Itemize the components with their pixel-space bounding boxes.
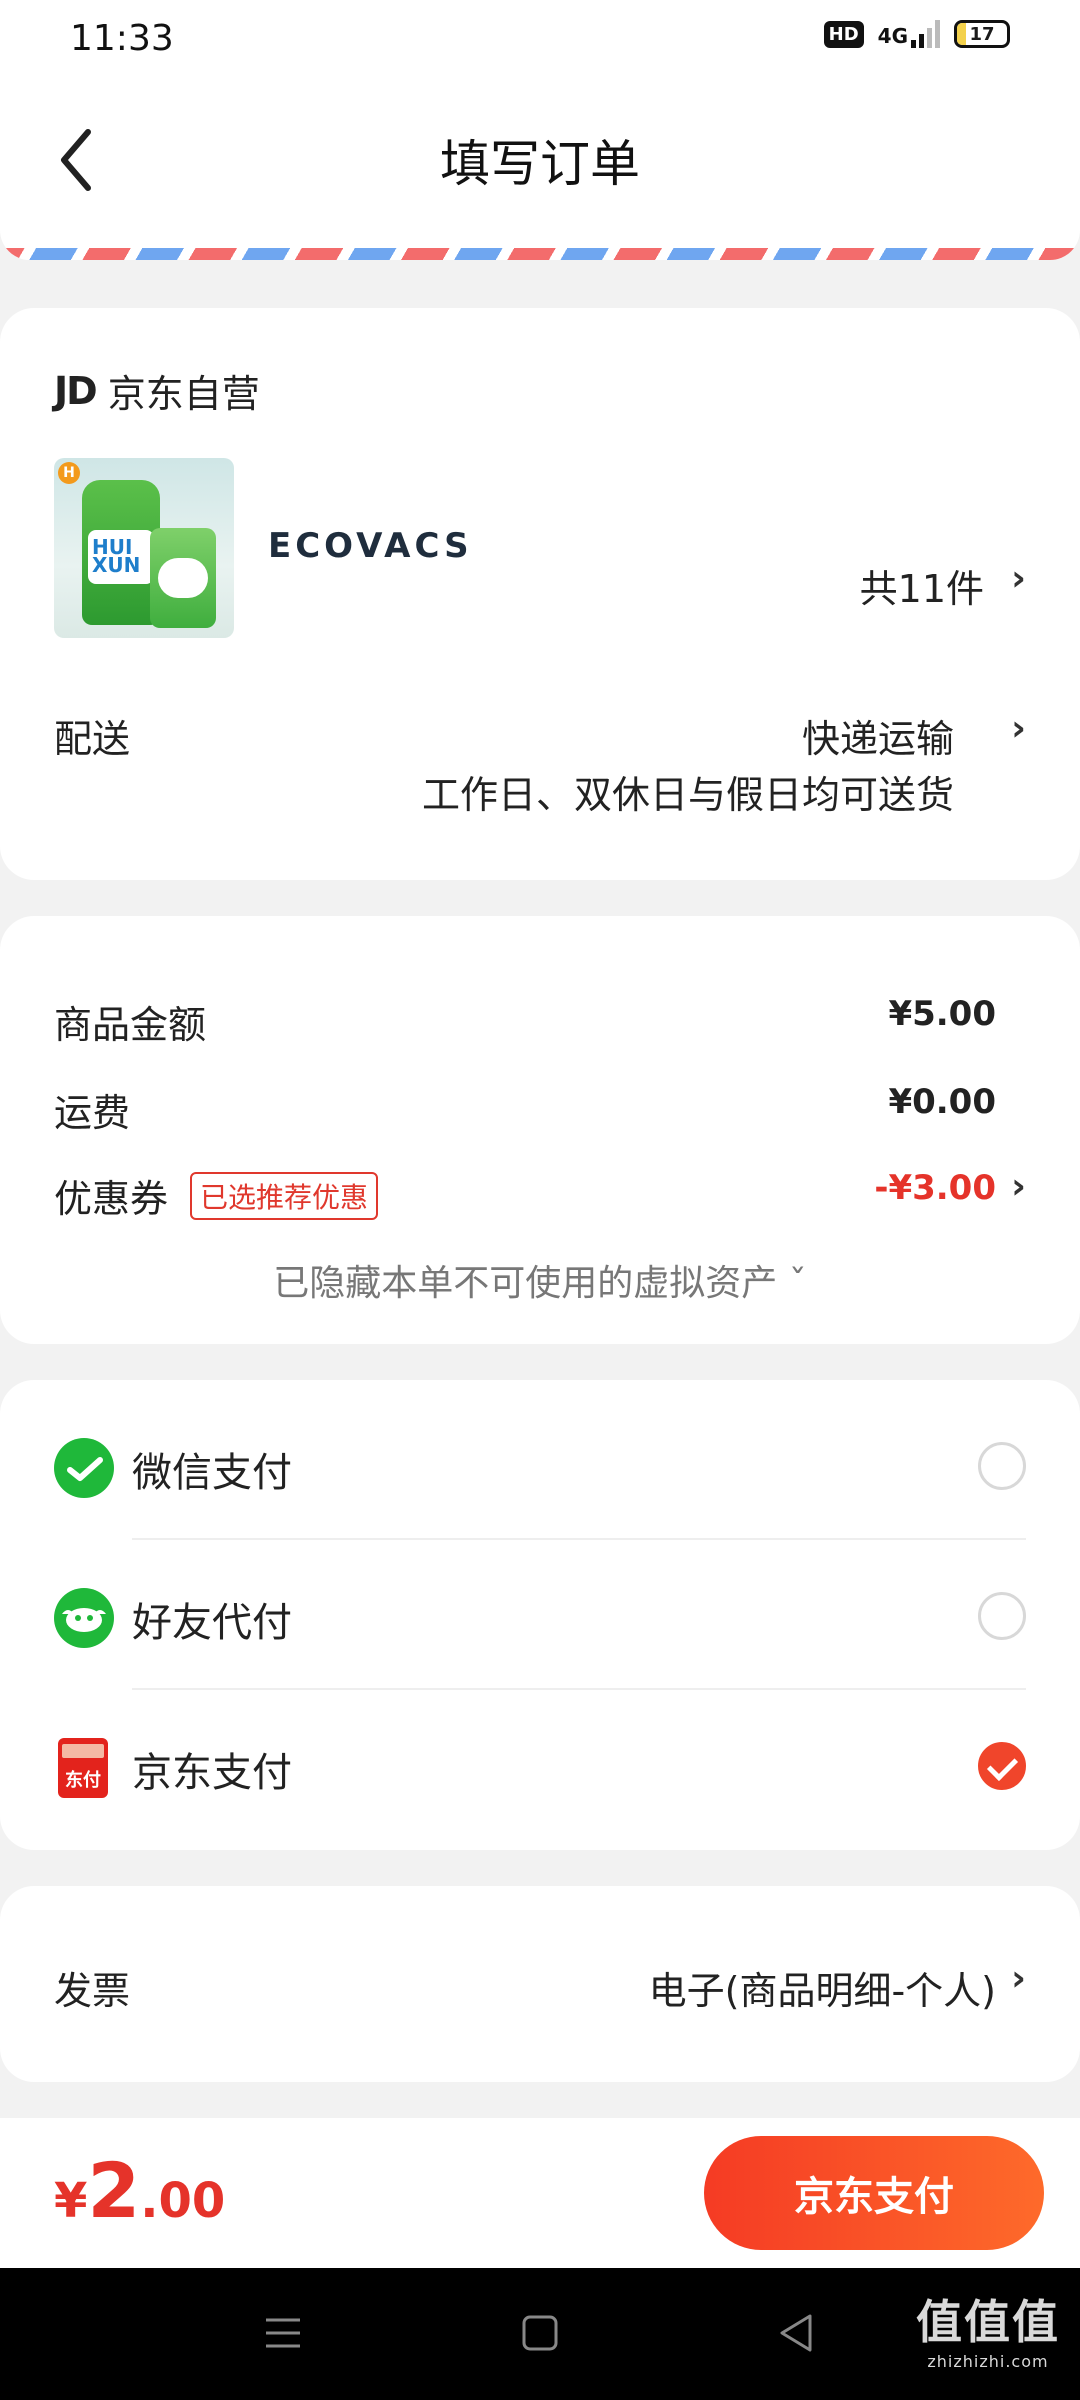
radio-unchecked-icon[interactable] (978, 1592, 1026, 1640)
checkout-bar: ¥ 2 .00 京东支付 (0, 2118, 1080, 2268)
payment-option-friend[interactable]: 好友代付 (0, 1538, 1080, 1688)
airmail-border (0, 248, 1080, 260)
invoice-value[interactable]: 电子(商品明细-个人) (649, 1960, 996, 2015)
pricing-card: 商品金额 ¥5.00 运费 ¥0.00 优惠券 已选推荐优惠 -¥3.00 › … (0, 916, 1080, 1344)
page-title: 填写订单 (440, 135, 640, 193)
payment-card: 微信支付 好友代付 东付 京东支付 (0, 1380, 1080, 1850)
delivery-note: 工作日、双休日与假日均可送货 (421, 773, 954, 817)
hd-icon: HD (823, 20, 864, 48)
signal-bars-icon (911, 20, 940, 48)
site-watermark: 值值值 zhizhizhi.com (916, 2286, 1060, 2371)
menu-icon[interactable] (258, 2308, 308, 2358)
ecovacs-product-logo[interactable]: ECOVACS (268, 526, 473, 566)
invoice-card[interactable]: 发票 电子(商品明细-个人) › (0, 1886, 1080, 2082)
total-currency: ¥ (54, 2173, 88, 2229)
signal-icon: 4G (878, 20, 940, 48)
payment-name: 微信支付 (132, 1450, 292, 1496)
chevron-right-icon: › (1011, 1958, 1026, 1999)
nav-bar: 填写订单 (0, 80, 1080, 260)
delivery-method[interactable]: 快递运输 (802, 708, 954, 763)
battery-fill (957, 23, 966, 45)
detergent-pouch (150, 528, 216, 628)
shop-name: 京东自营 (107, 372, 260, 416)
coupon-value[interactable]: -¥3.00 (874, 1168, 996, 1208)
friend-pay-icon (54, 1588, 114, 1648)
pay-button[interactable]: 京东支付 (704, 2136, 1044, 2250)
watermark-title: 值值值 (916, 2295, 1060, 2349)
jd-pay-icon: 东付 (58, 1738, 108, 1798)
goods-amount-value: ¥5.00 (888, 994, 996, 1034)
item-count[interactable]: 共11件 (860, 558, 984, 613)
battery-level: 17 (969, 23, 995, 45)
hidden-assets-toggle[interactable]: 已隐藏本单不可使用的虚拟资产 ˇ (0, 1254, 1080, 1306)
shipping-label: 运费 (54, 1091, 131, 1135)
watermark-domain: zhizhizhi.com (927, 2352, 1049, 2371)
total-integer: 2 (87, 2146, 141, 2235)
payment-name: 好友代付 (132, 1600, 292, 1646)
status-time: 11:33 (70, 18, 174, 59)
network-type: 4G (877, 24, 908, 48)
wechat-pay-icon (54, 1438, 114, 1498)
payment-option-jd[interactable]: 东付 京东支付 (0, 1688, 1080, 1838)
chevron-right-icon: › (1011, 558, 1026, 599)
home-icon[interactable] (515, 2308, 565, 2358)
invoice-label: 发票 (54, 1969, 131, 2013)
goods-amount-label: 商品金额 (54, 1003, 207, 1047)
radio-unchecked-icon[interactable] (978, 1442, 1026, 1490)
payment-option-wechat[interactable]: 微信支付 (0, 1388, 1080, 1538)
chevron-right-icon: › (1011, 1166, 1026, 1207)
coupon-label: 优惠券 (54, 1177, 169, 1221)
jd-pay-icon-text: 东付 (65, 1770, 101, 1791)
brand-badge-icon: H (58, 462, 80, 484)
system-nav-bar: 值值值 zhizhizhi.com (0, 2268, 1080, 2400)
radio-checked-icon[interactable] (978, 1742, 1026, 1790)
total-decimal: .00 (140, 2173, 226, 2229)
order-card: JD 京东自营 H HUI XUN ECOVACS 共11件 › 配送 快递运输… (0, 308, 1080, 880)
jd-logo: JD (54, 368, 98, 413)
total-amount: ¥ 2 .00 (54, 2146, 225, 2235)
coupon-tag: 已选推荐优惠 (190, 1172, 379, 1220)
shipping-value: ¥0.00 (888, 1082, 996, 1122)
product-thumbnail[interactable]: H HUI XUN (54, 458, 234, 638)
shop-header[interactable]: JD 京东自营 (54, 363, 260, 418)
status-bar: 11:33 HD 4G 17 (0, 0, 1080, 80)
battery-icon: 17 (954, 20, 1010, 48)
detergent-bottle: HUI XUN (82, 480, 160, 625)
payment-name: 京东支付 (132, 1750, 292, 1796)
status-icons: HD 4G 17 (823, 20, 1010, 48)
delivery-label: 配送 (54, 717, 131, 761)
back-nav-icon[interactable] (772, 2308, 822, 2358)
chevron-right-icon: › (1011, 708, 1026, 749)
